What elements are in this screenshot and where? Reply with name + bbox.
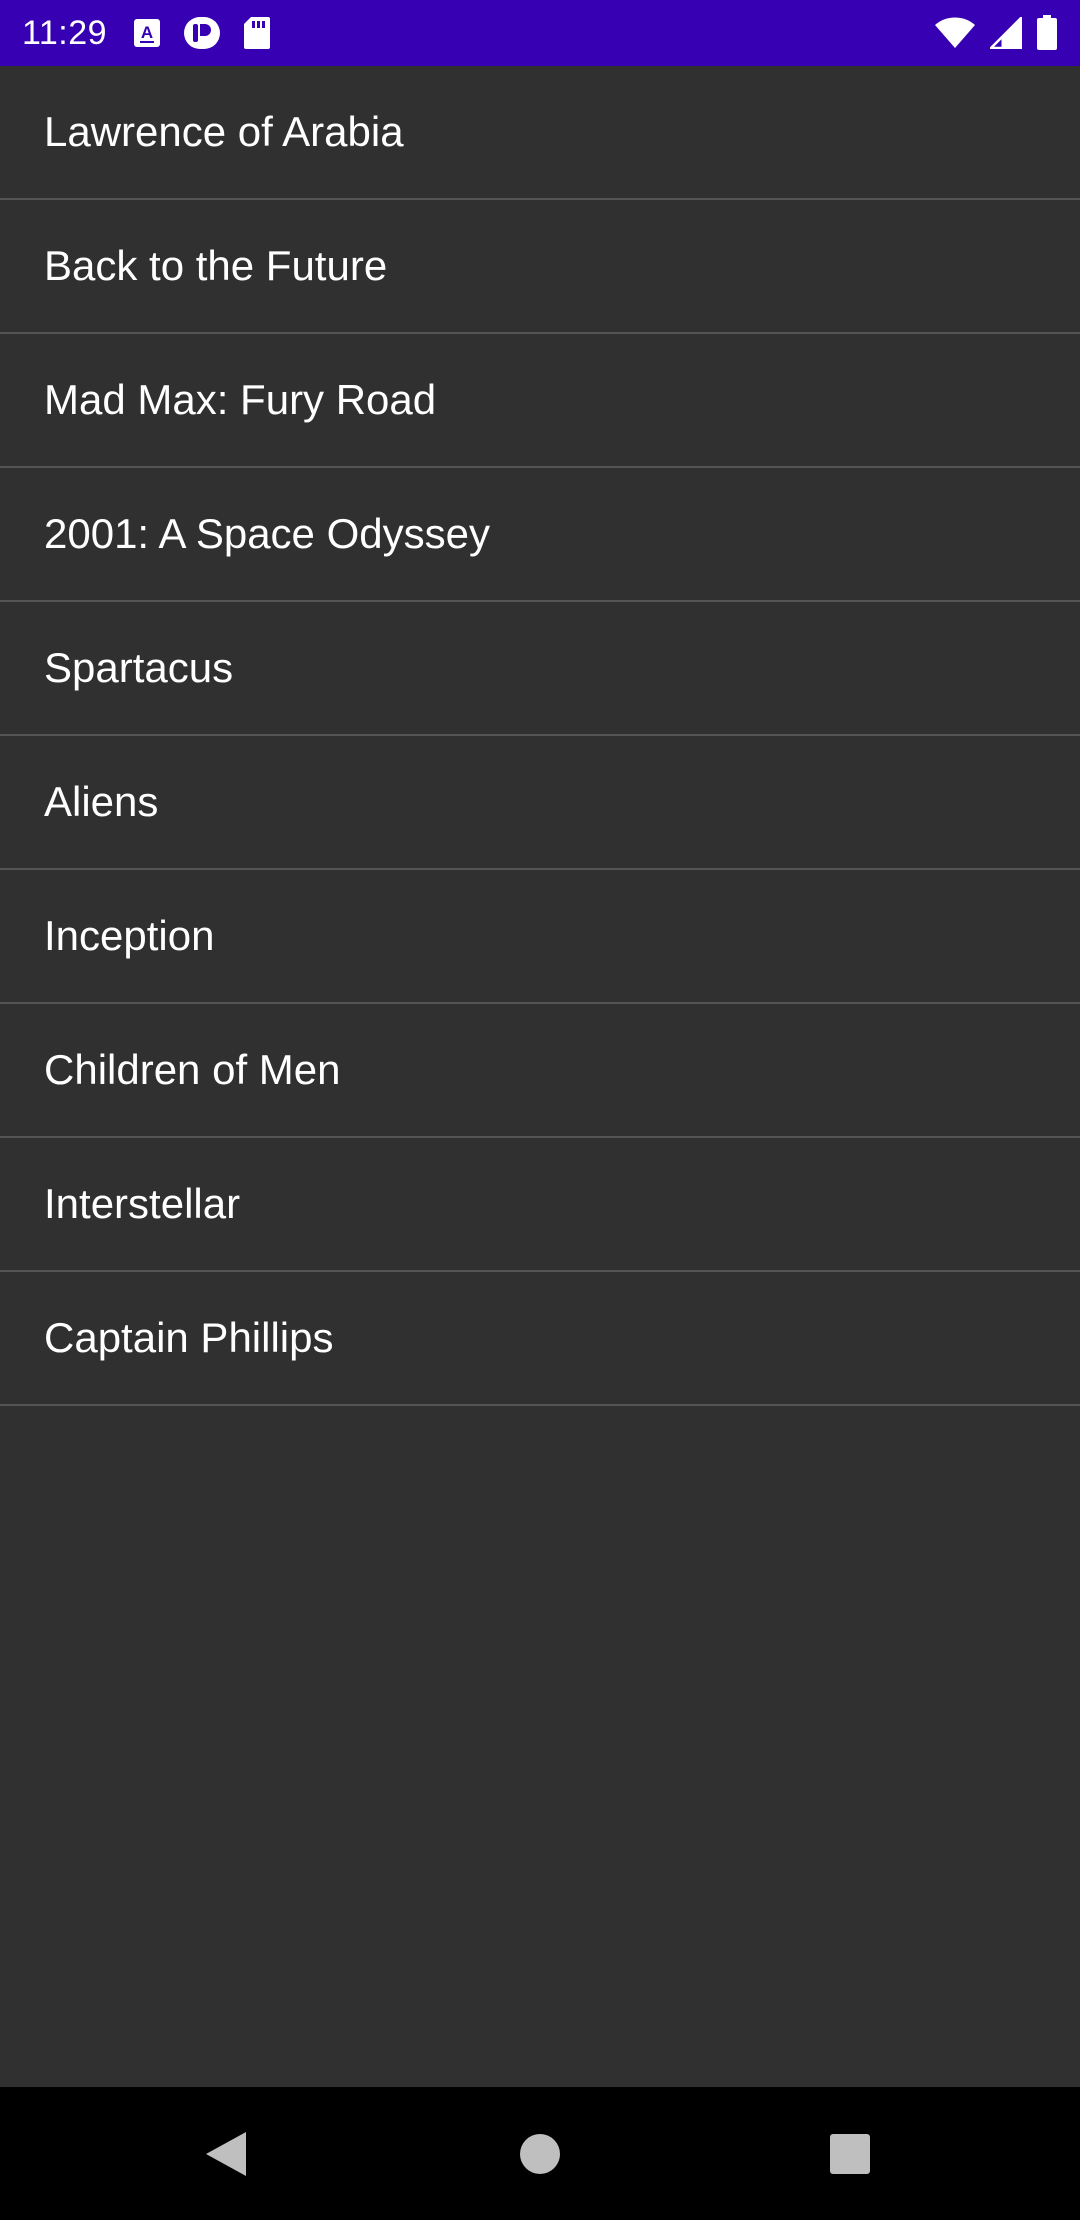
list-item[interactable]: Interstellar	[0, 1138, 1080, 1272]
back-icon	[206, 2131, 246, 2176]
sd-card-icon	[243, 16, 271, 50]
battery-icon	[1036, 15, 1058, 51]
status-bar: 11:29 A	[0, 0, 1080, 66]
system-icons	[934, 15, 1058, 51]
list-item[interactable]: Mad Max: Fury Road	[0, 334, 1080, 468]
movie-list: Lawrence of Arabia Back to the Future Ma…	[0, 66, 1080, 1406]
list-item[interactable]: 2001: A Space Odyssey	[0, 468, 1080, 602]
list-item[interactable]: Back to the Future	[0, 200, 1080, 334]
list-item[interactable]: Captain Phillips	[0, 1272, 1080, 1406]
list-item[interactable]: Spartacus	[0, 602, 1080, 736]
home-button[interactable]	[440, 2087, 640, 2220]
wifi-icon	[934, 17, 976, 49]
notification-icons: A	[133, 16, 271, 50]
status-time: 11:29	[22, 13, 108, 52]
navigation-bar	[0, 2087, 1080, 2220]
list-item[interactable]: Aliens	[0, 736, 1080, 870]
list-item[interactable]: Inception	[0, 870, 1080, 1004]
p-app-icon	[183, 16, 221, 50]
recents-button[interactable]	[750, 2087, 950, 2220]
home-icon	[520, 2133, 560, 2174]
svg-text:A: A	[141, 23, 153, 42]
back-button[interactable]	[126, 2087, 326, 2220]
text-a-icon: A	[133, 18, 161, 48]
recents-icon	[830, 2133, 870, 2174]
cellular-signal-icon	[990, 17, 1022, 49]
list-item[interactable]: Children of Men	[0, 1004, 1080, 1138]
list-item[interactable]: Lawrence of Arabia	[0, 66, 1080, 200]
